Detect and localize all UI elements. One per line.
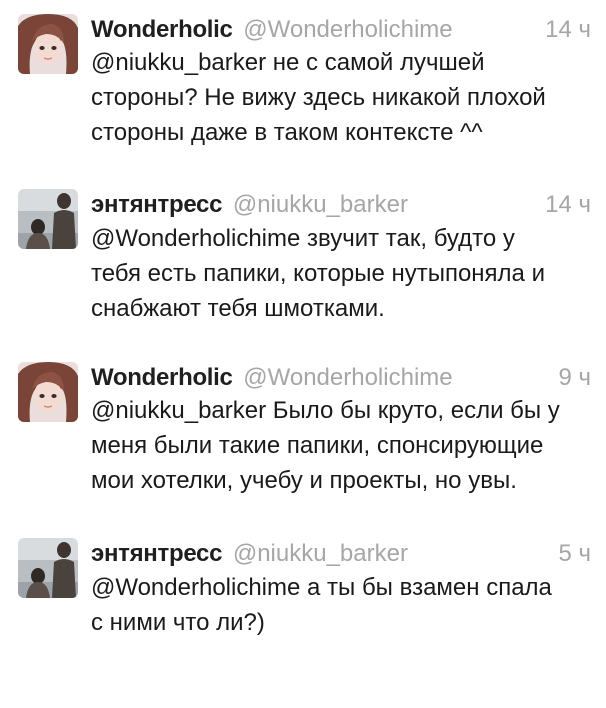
tweet[interactable]: Wonderholic @Wonderholichime 9 ч @niukku… xyxy=(0,362,606,532)
tweet-header: энтянтресс @niukku_barker xyxy=(91,540,591,570)
tweet-text-line: @Wonderholichime звучит так, будто у xyxy=(91,225,515,252)
tweet[interactable]: Wonderholic @Wonderholichime 14 ч @niukk… xyxy=(0,14,606,184)
tweet[interactable]: энтянтресс @niukku_barker 14 ч @Wonderho… xyxy=(0,189,606,359)
display-name[interactable]: энтянтресс xyxy=(91,540,222,567)
avatar[interactable] xyxy=(18,362,78,422)
user-handle[interactable]: @Wonderholichime xyxy=(243,364,452,391)
avatar-photo-couple xyxy=(18,538,78,598)
tweet-text: @Wonderholichime а ты бы взамен спала с … xyxy=(91,570,596,640)
avatar[interactable] xyxy=(18,189,78,249)
tweet-text-line: стороны? Не вижу здесь никакой плохой xyxy=(91,84,546,111)
display-name[interactable]: энтянтресс xyxy=(91,191,222,218)
timestamp: 9 ч xyxy=(558,364,591,391)
tweet-text-line: @niukku_barker Было бы круто, если бы у xyxy=(91,397,560,424)
avatar-photo-girl xyxy=(18,14,78,74)
tweet-text-line: тебя есть папики, которые нутыпоняла и xyxy=(91,260,545,287)
tweet-text: @niukku_barker не с самой лучшей стороны… xyxy=(91,45,596,150)
tweet-header: Wonderholic @Wonderholichime xyxy=(91,16,591,46)
avatar[interactable] xyxy=(18,14,78,74)
timestamp: 14 ч xyxy=(545,16,591,43)
display-name[interactable]: Wonderholic xyxy=(91,364,233,391)
tweet[interactable]: энтянтресс @niukku_barker 5 ч @Wonderhol… xyxy=(0,538,606,708)
tweet-text-line: меня были такие папики, спонсирующие xyxy=(91,432,544,459)
tweet-text-line: @niukku_barker не с самой лучшей xyxy=(91,49,485,76)
tweet-header: Wonderholic @Wonderholichime xyxy=(91,364,591,394)
user-handle[interactable]: @niukku_barker xyxy=(233,191,408,218)
timestamp: 14 ч xyxy=(545,191,591,218)
avatar-photo-girl xyxy=(18,362,78,422)
avatar[interactable] xyxy=(18,538,78,598)
user-handle[interactable]: @niukku_barker xyxy=(233,540,408,567)
tweet-text: @Wonderholichime звучит так, будто у теб… xyxy=(91,221,596,326)
tweet-header: энтянтресс @niukku_barker xyxy=(91,191,591,221)
tweet-text-line: @Wonderholichime а ты бы взамен спала xyxy=(91,574,552,601)
tweet-text-line: стороны даже в таком контексте ^^ xyxy=(91,119,483,146)
timestamp: 5 ч xyxy=(558,540,591,567)
tweet-text-line: снабжают тебя шмотками. xyxy=(91,295,385,322)
tweet-feed: Wonderholic @Wonderholichime 14 ч @niukk… xyxy=(0,0,606,639)
tweet-text: @niukku_barker Было бы круто, если бы у … xyxy=(91,393,596,498)
tweet-text-line: мои хотелки, учебу и проекты, но увы. xyxy=(91,467,517,494)
tweet-text-line: с ними что ли?) xyxy=(91,609,265,636)
avatar-photo-couple xyxy=(18,189,78,249)
display-name[interactable]: Wonderholic xyxy=(91,16,233,43)
user-handle[interactable]: @Wonderholichime xyxy=(243,16,452,43)
